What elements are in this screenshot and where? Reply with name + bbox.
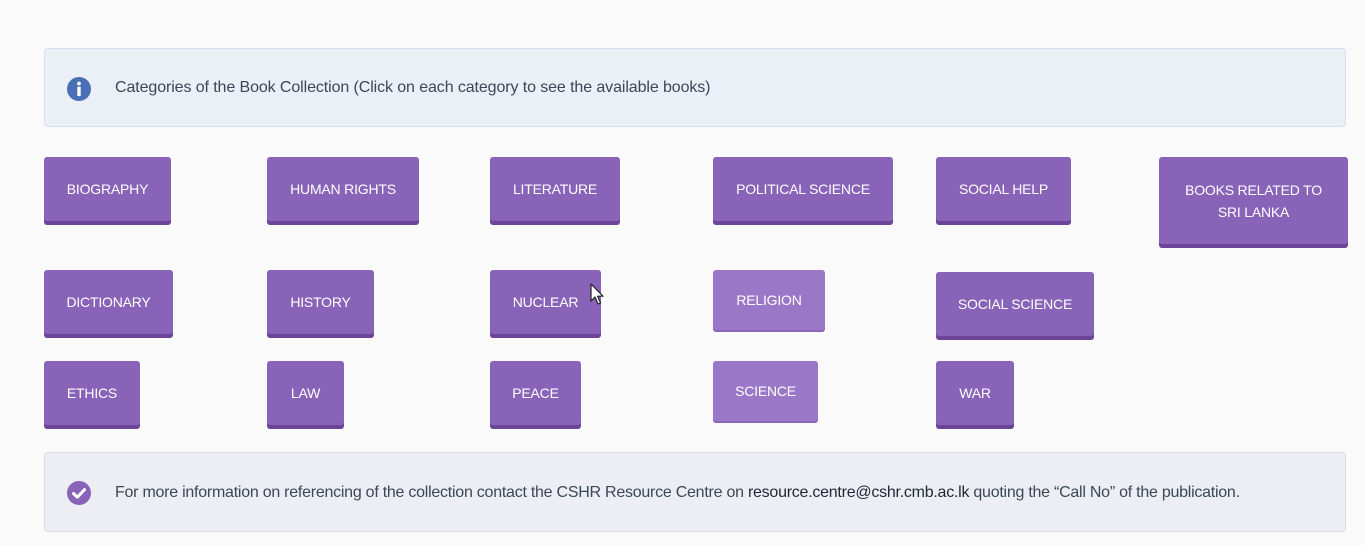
category-literature-button[interactable]: LITERATURE	[490, 157, 620, 221]
category-dictionary-button[interactable]: DICTIONARY	[44, 270, 173, 334]
footer-text-before: For more information on referencing of t…	[115, 484, 748, 501]
category-biography-button[interactable]: BIOGRAPHY	[44, 157, 171, 221]
check-circle-icon	[67, 481, 91, 505]
category-label: HISTORY	[290, 294, 351, 310]
category-label: LITERATURE	[512, 181, 598, 197]
category-social-help-button[interactable]: SOCIAL HELP	[936, 157, 1071, 221]
category-label: LAW	[290, 385, 321, 401]
category-religion-button[interactable]: RELIGION	[713, 270, 825, 330]
category-social-science-button[interactable]: SOCIAL SCIENCE	[936, 272, 1094, 336]
category-war-button[interactable]: WAR	[936, 361, 1014, 425]
category-label: PEACE	[512, 385, 559, 401]
category-law-button[interactable]: LAW	[267, 361, 344, 425]
category-label: DICTIONARY	[66, 294, 151, 310]
category-label: SOCIAL HELP	[958, 181, 1049, 197]
category-history-button[interactable]: HISTORY	[267, 270, 374, 334]
category-label: RELIGION	[736, 292, 802, 308]
info-circle-icon	[67, 77, 91, 101]
contact-email: resource.centre@cshr.cmb.ac.lk	[747, 484, 970, 501]
info-text: Categories of the Book Collection (Click…	[115, 79, 711, 96]
mouse-cursor-icon	[590, 283, 604, 305]
category-label: NUCLEAR	[512, 294, 579, 310]
category-nuclear-button[interactable]: NUCLEAR	[490, 270, 601, 334]
category-human-rights-button[interactable]: HUMAN RIGHTS	[267, 157, 419, 221]
footer-note: For more information on referencing of t…	[44, 452, 1346, 532]
category-science-button[interactable]: SCIENCE	[713, 361, 818, 421]
footer-text: For more information on referencing of t…	[115, 484, 1240, 502]
category-label: WAR	[959, 385, 991, 401]
footer-text-after: quoting the “Call No” of the publication…	[969, 484, 1240, 501]
category-label: HUMAN RIGHTS	[290, 181, 396, 197]
category-label: SCIENCE	[735, 383, 796, 399]
category-political-science-button[interactable]: POLITICAL SCIENCE	[713, 157, 893, 221]
category-peace-button[interactable]: PEACE	[490, 361, 581, 425]
category-label: BIOGRAPHY	[66, 181, 149, 197]
category-label: ETHICS	[66, 385, 118, 401]
category-books-related-to-sri-lanka-button[interactable]: BOOKS RELATED TO SRI LANKA	[1159, 157, 1348, 244]
info-alert: Categories of the Book Collection (Click…	[44, 48, 1346, 127]
category-label: SOCIAL SCIENCE	[957, 296, 1073, 312]
category-label: BOOKS RELATED TO SRI LANKA	[1185, 181, 1322, 220]
category-label: POLITICAL SCIENCE	[736, 181, 870, 197]
category-ethics-button[interactable]: ETHICS	[44, 361, 140, 425]
